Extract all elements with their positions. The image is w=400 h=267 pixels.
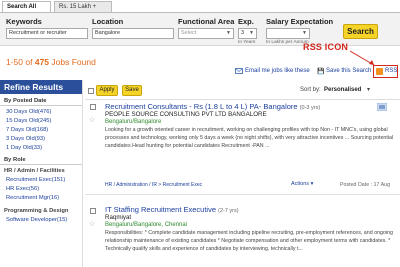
functional-area-value: Select (181, 30, 197, 36)
star-icon[interactable]: ☆ (89, 220, 95, 228)
salary-select[interactable]: ▼ (266, 28, 310, 39)
section-divider (0, 105, 82, 106)
sort-by-label: Sort by: (300, 87, 321, 93)
keywords-input[interactable]: Recruitment or recruiter (6, 28, 88, 39)
apply-button[interactable]: Apply (96, 85, 118, 96)
email-me-jobs-link[interactable]: Email me jobs like these (245, 68, 310, 74)
exp-value: 3 (241, 30, 245, 36)
job-location: Bengaluru/Bangalore, Chennai (105, 222, 188, 228)
sidebar-divider (82, 80, 83, 267)
job-actions-menu[interactable]: Actions ▾ (291, 181, 313, 187)
save-button[interactable]: Save (122, 85, 142, 96)
job-checkbox[interactable] (90, 208, 96, 214)
email-icon (235, 68, 243, 74)
company-logo-icon (377, 103, 387, 111)
functional-area-select[interactable]: Select ▼ (178, 28, 234, 39)
by-role-heading: By Role (4, 157, 26, 163)
job-description: Responsibilities: * Complete candidate m… (105, 230, 393, 252)
job-description: Looking for a growth oriented career in … (105, 127, 394, 149)
section-divider (0, 164, 82, 165)
filter-15-days[interactable]: 15 Days Old(245) (6, 118, 51, 124)
functional-area-label: Functional Area (178, 17, 235, 26)
tab-15-lakh-jobs[interactable]: Rs. 15 Lakh + Jobs (54, 1, 112, 21)
filter-7-days[interactable]: 7 Days Old(168) (6, 127, 48, 133)
filter-software-developer[interactable]: Software Developer(15) (6, 217, 67, 223)
job-title-link[interactable]: IT Staffing Recruitment Executive (2-7 y… (105, 205, 239, 214)
job-tags-link[interactable]: HR / Administration / IR > Recruitment E… (105, 182, 202, 188)
select-all-checkbox[interactable] (88, 88, 94, 94)
toolbar-divider (85, 99, 400, 100)
chevron-down-icon[interactable]: ▾ (367, 86, 370, 93)
save-this-search-link[interactable]: Save this Search (326, 68, 371, 74)
search-button[interactable]: Search (343, 24, 378, 39)
refine-results-header: Refine Results (0, 80, 82, 94)
salary-label: Salary Expectation (266, 17, 334, 26)
location-input[interactable]: Bangalore (92, 28, 174, 39)
chevron-down-icon: ▼ (249, 30, 254, 36)
results-count: 1-50 of 475 Jobs Found (6, 57, 96, 67)
filter-recruitment-exec[interactable]: Recruitment Exec(151) (6, 177, 65, 183)
chevron-down-icon: ▼ (302, 30, 307, 36)
filter-1-day[interactable]: 1 Day Old(33) (6, 145, 42, 151)
job-location: Bengaluru/Bangalore (105, 119, 162, 125)
rss-link[interactable]: RSS (385, 68, 397, 74)
filter-3-days[interactable]: 3 Days Old(93) (6, 136, 45, 142)
filter-recruitment-mgr[interactable]: Recruitment Mgr(16) (6, 195, 59, 201)
chevron-down-icon: ▼ (226, 30, 231, 36)
job-title-link[interactable]: Recruitment Consultants - Rs (1.8 L to 4… (105, 102, 320, 111)
location-label: Location (92, 17, 124, 26)
role-group-programming: Programming & Design (4, 208, 69, 214)
job-experience: (0-3 yrs) (299, 105, 321, 111)
tab-search-all-jobs[interactable]: Search All Jobs (2, 1, 51, 21)
exp-select[interactable]: 3 ▼ (238, 28, 257, 39)
job-experience: (2-7 yrs) (218, 208, 239, 214)
job-company: PEOPLE SOURCE CONSULTING PVT LTD BANGALO… (105, 111, 267, 118)
exp-sub-label: In Years (238, 40, 256, 45)
filter-30-days[interactable]: 30 Days Old(476) (6, 109, 51, 115)
job-divider (85, 194, 400, 195)
job-checkbox[interactable] (90, 104, 96, 110)
job-posted-date: Posted Date : 17 Aug (340, 182, 391, 188)
role-group-hr: HR / Admin / Facilities (4, 168, 65, 174)
star-icon[interactable]: ☆ (89, 116, 95, 124)
rss-icon[interactable] (376, 68, 383, 75)
exp-label: Exp. (238, 17, 254, 26)
by-posted-date-heading: By Posted Date (4, 98, 47, 104)
keywords-label: Keywords (6, 17, 42, 26)
save-search-icon: 💾 (317, 69, 325, 75)
job-company: Raqmiyat (105, 214, 132, 221)
sort-by-select[interactable]: Personalised (324, 87, 361, 93)
filter-hr-exec[interactable]: HR Exec(56) (6, 186, 39, 192)
